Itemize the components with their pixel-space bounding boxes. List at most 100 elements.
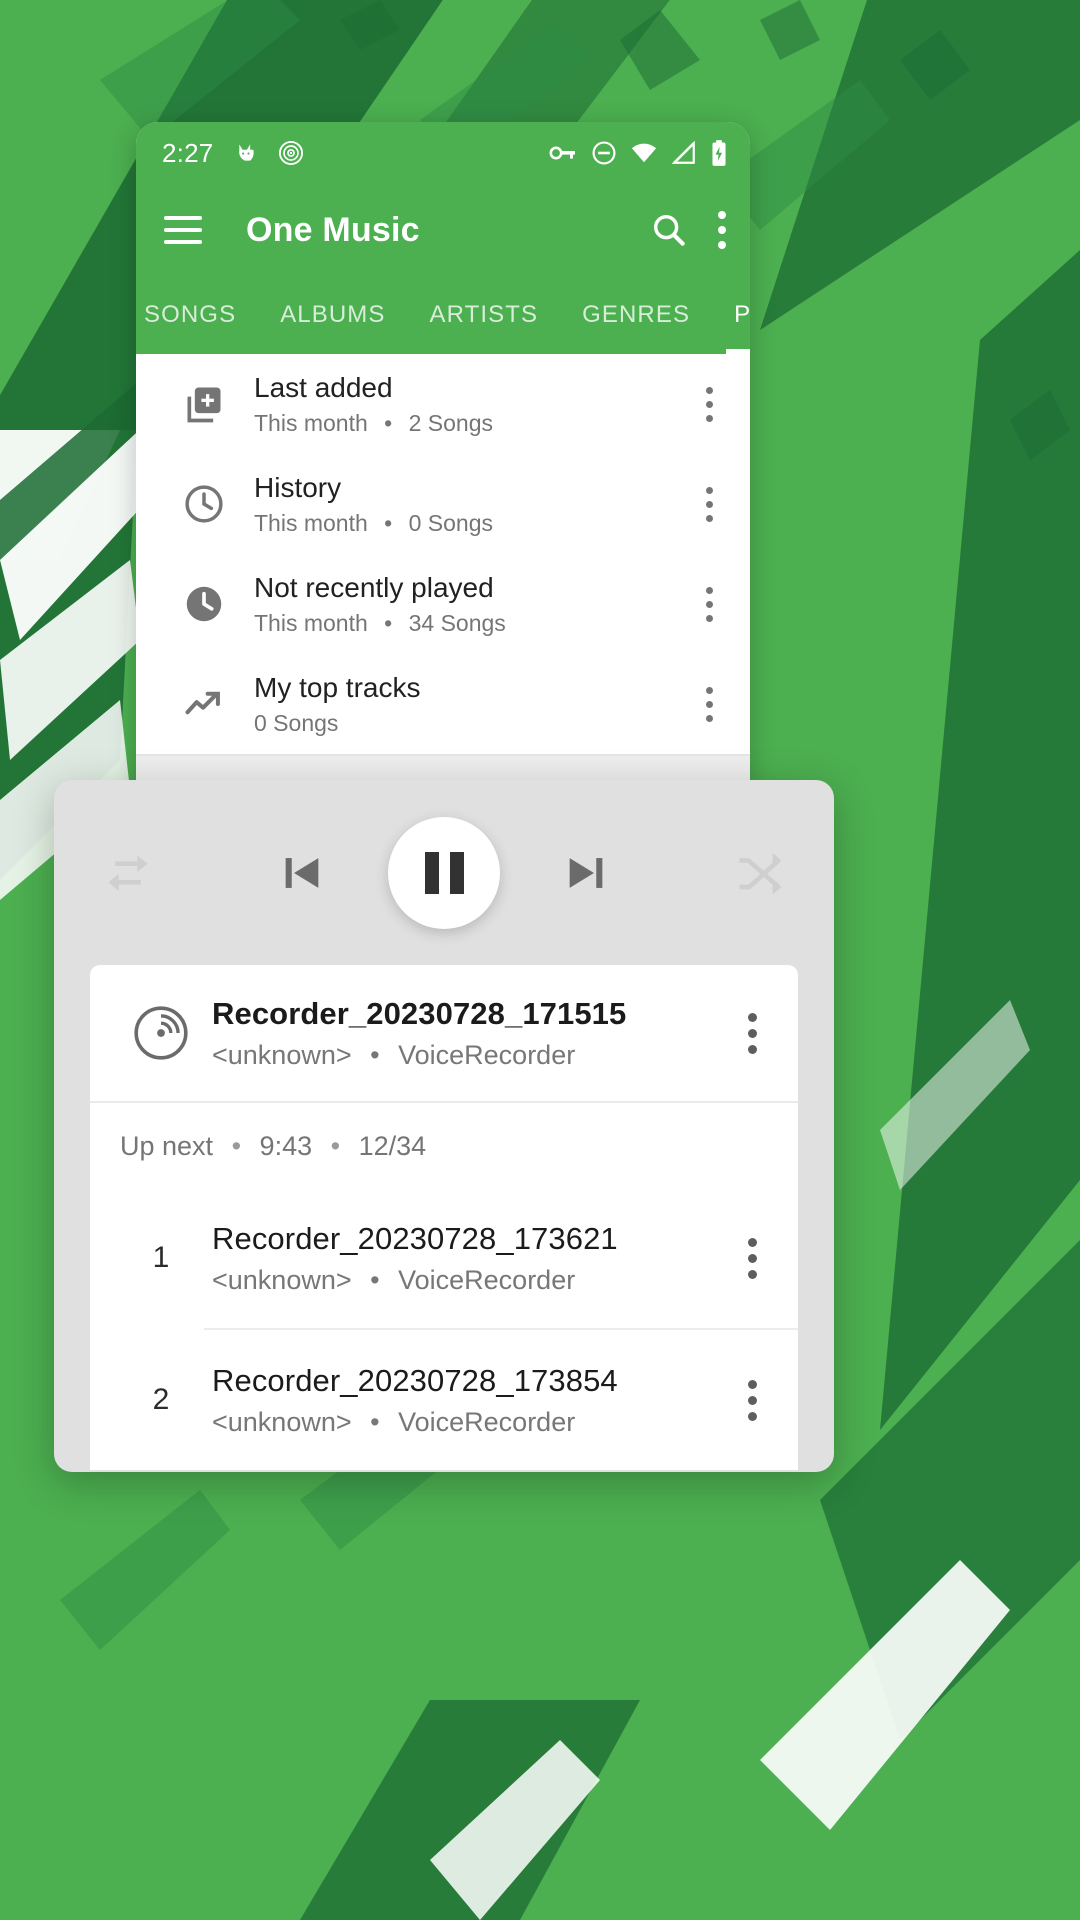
- up-next-position: 12/34: [358, 1131, 427, 1161]
- previous-button[interactable]: [274, 845, 330, 901]
- skip-next-icon: [569, 857, 603, 888]
- play-pause-button[interactable]: [388, 816, 500, 929]
- overflow-menu-icon[interactable]: [705, 386, 713, 422]
- app-bar: One Music: [136, 184, 750, 276]
- battery-charging-icon: [712, 140, 726, 166]
- history-clock-icon: [166, 482, 242, 526]
- playlist-period: This month: [254, 410, 368, 437]
- separator: •: [330, 1131, 341, 1161]
- playlist-period: This month: [254, 610, 368, 637]
- tab-label: ALBUMS: [280, 301, 386, 328]
- separator: •: [370, 1039, 380, 1070]
- search-icon[interactable]: [650, 211, 688, 249]
- hamburger-menu-icon[interactable]: [164, 216, 202, 244]
- playlist-title: History: [254, 471, 342, 503]
- pause-icon: [424, 851, 464, 894]
- overflow-menu-icon[interactable]: [747, 1237, 757, 1279]
- list-item[interactable]: Last added This month • 2 Songs: [136, 354, 750, 454]
- status-clock: 2:27: [162, 137, 214, 168]
- tab-label: GENRES: [582, 301, 691, 328]
- wifi-icon: [631, 143, 657, 163]
- playlist-count: 0 Songs: [408, 510, 494, 537]
- now-playing-subtitle: <unknown> • VoiceRecorder: [212, 1040, 728, 1071]
- tab-genres[interactable]: GENRES: [560, 276, 712, 354]
- next-button[interactable]: [558, 845, 614, 901]
- app-bar-actions: [650, 211, 726, 249]
- queue-item-number: 1: [152, 1241, 170, 1274]
- not-recently-played-icon: [166, 582, 242, 626]
- playlist-title: Last added: [254, 371, 393, 403]
- now-playing-title: Recorder_20230728_171515: [212, 995, 627, 1031]
- tab-label: PLAYLISTS: [734, 301, 750, 328]
- separator: •: [384, 510, 393, 537]
- list-item[interactable]: History This month • 0 Songs: [136, 454, 750, 554]
- overflow-menu-icon[interactable]: [718, 211, 726, 249]
- overflow-menu-icon[interactable]: [747, 1012, 757, 1054]
- playlist-period: This month: [254, 510, 368, 537]
- tab-albums[interactable]: ALBUMS: [258, 276, 407, 354]
- tab-artists[interactable]: ARTISTS: [407, 276, 560, 354]
- queue-item-artist: <unknown>: [212, 1264, 352, 1295]
- now-playing-overflow-button[interactable]: [728, 1012, 776, 1054]
- status-notification-icons: [235, 139, 305, 167]
- separator: •: [370, 1406, 380, 1437]
- queue-item-title: Recorder_20230728_173854: [212, 1362, 618, 1398]
- now-playing-row[interactable]: Recorder_20230728_171515 <unknown> • Voi…: [90, 965, 798, 1101]
- now-playing-album: VoiceRecorder: [398, 1039, 576, 1070]
- playlist-list: Last added This month • 2 Songs History: [136, 354, 750, 832]
- overflow-menu-icon[interactable]: [705, 686, 713, 722]
- album-disc-icon: [118, 1002, 204, 1064]
- up-next-duration: 9:43: [259, 1131, 313, 1161]
- playback-controls: [54, 780, 834, 965]
- queue-item[interactable]: 2 Recorder_20230728_173854 <unknown> • V…: [90, 1330, 798, 1470]
- queue-card: Recorder_20230728_171515 <unknown> • Voi…: [90, 965, 798, 1470]
- tab-label: ARTISTS: [429, 301, 539, 328]
- queue-item-text: Recorder_20230728_173621 <unknown> • Voi…: [204, 1221, 728, 1296]
- playlist-title: Not recently played: [254, 571, 494, 603]
- player-bottom-sheet: Recorder_20230728_171515 <unknown> • Voi…: [54, 780, 834, 1472]
- list-item-text: Not recently played This month • 34 Song…: [242, 571, 686, 637]
- playlist-overflow-button[interactable]: [686, 486, 732, 522]
- trending-up-icon: [166, 682, 242, 726]
- playlist-overflow-button[interactable]: [686, 386, 732, 422]
- status-bar: 2:27: [136, 122, 750, 184]
- do-not-disturb-icon: [592, 141, 616, 165]
- playlist-subtitle: This month • 0 Songs: [254, 510, 686, 537]
- playlist-overflow-button[interactable]: [686, 586, 732, 622]
- list-item-text: My top tracks 0 Songs: [242, 671, 686, 737]
- queue-item-overflow-button[interactable]: [728, 1237, 776, 1279]
- overflow-menu-icon[interactable]: [705, 486, 713, 522]
- overflow-menu-icon[interactable]: [747, 1379, 757, 1421]
- overflow-menu-icon[interactable]: [705, 586, 713, 622]
- queue-item-number: 2: [152, 1383, 170, 1416]
- playlist-count: 34 Songs: [408, 610, 506, 637]
- playlist-count: 0 Songs: [254, 710, 339, 737]
- now-playing-text: Recorder_20230728_171515 <unknown> • Voi…: [204, 996, 728, 1071]
- playlist-count: 2 Songs: [408, 410, 494, 437]
- tab-songs[interactable]: SONGS: [136, 276, 258, 354]
- up-next-header: Up next • 9:43 • 12/34: [90, 1103, 798, 1188]
- playlist-overflow-button[interactable]: [686, 686, 732, 722]
- queue-item-album: VoiceRecorder: [398, 1264, 576, 1295]
- playlist-subtitle: This month • 34 Songs: [254, 610, 686, 637]
- queue-item-artist: <unknown>: [212, 1406, 352, 1437]
- separator: •: [231, 1131, 242, 1161]
- playlist-title: My top tracks: [254, 671, 421, 703]
- queue-item-subtitle: <unknown> • VoiceRecorder: [212, 1407, 728, 1438]
- playlist-subtitle: This month • 2 Songs: [254, 410, 686, 437]
- tab-playlists[interactable]: PLAYLISTS: [712, 276, 750, 354]
- list-item-text: History This month • 0 Songs: [242, 471, 686, 537]
- disc-icon: [279, 140, 304, 166]
- list-item[interactable]: Not recently played This month • 34 Song…: [136, 554, 750, 654]
- queue-item-text: Recorder_20230728_173854 <unknown> • Voi…: [204, 1363, 728, 1438]
- vpn-key-icon: [549, 146, 575, 160]
- queue-item-title: Recorder_20230728_173621: [212, 1220, 618, 1256]
- queue-item[interactable]: 1 Recorder_20230728_173621 <unknown> • V…: [90, 1188, 798, 1328]
- app-title: One Music: [246, 210, 420, 249]
- queue-item-overflow-button[interactable]: [728, 1379, 776, 1421]
- playlist-subtitle: 0 Songs: [254, 710, 686, 737]
- separator: •: [370, 1264, 380, 1295]
- list-item[interactable]: My top tracks 0 Songs: [136, 654, 750, 754]
- separator: •: [384, 610, 393, 637]
- cellular-signal-icon: [671, 140, 695, 164]
